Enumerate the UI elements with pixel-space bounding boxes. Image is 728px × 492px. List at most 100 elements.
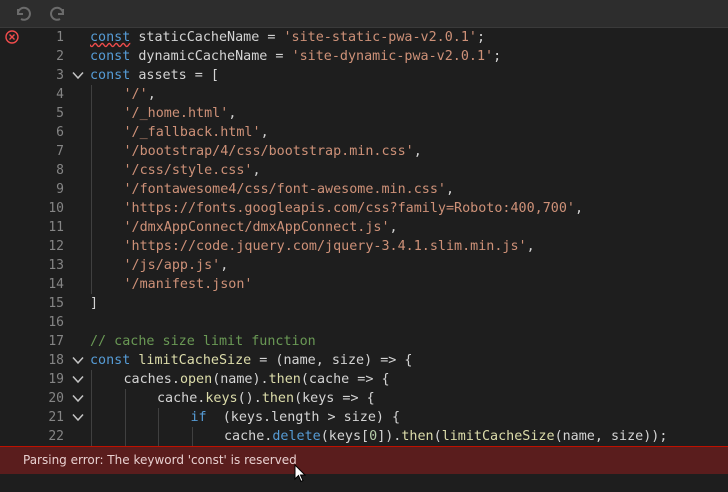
code-text: '/', [124,85,156,104]
line-number: 14 [48,277,64,292]
code-line[interactable]: 5 '/_home.html', [0,104,728,123]
code-text: '/manifest.json' [124,275,253,294]
code-text: const staticCacheName = 'site-static-pwa… [90,28,485,47]
code-line[interactable]: 19 caches.open(name).then(cache => { [0,370,728,389]
code-token: '/js/app.js' [123,258,221,273]
code-text: '/fontawesome4/css/font-awesome.min.css'… [124,180,455,199]
line-number: 22 [48,429,64,444]
code-editor[interactable]: 1 const staticCacheName = 'site-static-pw… [0,28,728,446]
code-line[interactable]: 11 '/dmxAppConnect/dmxAppConnect.js', [0,218,728,237]
code-line[interactable]: 7 '/bootstrap/4/css/bootstrap.min.css', [0,142,728,161]
line-number: 2 [56,49,64,64]
code-token: , [574,201,584,216]
line-number: 10 [48,201,64,216]
bottom-strip [0,474,728,492]
code-line[interactable]: 2 const dynamicCacheName = 'site-dynamic-… [0,47,728,66]
code-token: , [413,144,422,159]
code-line[interactable]: 9 '/fontawesome4/css/font-awesome.min.css… [0,180,728,199]
code-text: '/css/style.css', [124,161,261,180]
code-token: , [445,182,455,197]
error-status-bar: Parsing error: The keyword 'const' is re… [0,446,728,475]
code-token: then [401,429,434,444]
redo-icon [50,6,64,21]
code-token: '/' [123,87,148,102]
fold-chevron-icon[interactable] [72,413,84,422]
indent-guide [91,85,92,104]
mouse-cursor-icon [294,464,306,483]
code-line[interactable]: 3 const assets = [ [0,66,728,85]
indent-guide [124,389,126,408]
line-number: 1 [56,30,64,45]
code-token: const [90,68,131,83]
code-token: const [90,49,131,64]
code-line[interactable]: 10 'https://fonts.googleapis.com/css?fami… [0,199,728,218]
code-token: then [261,391,295,406]
code-token: staticCacheName = [138,30,284,45]
code-token: , [228,106,237,121]
indent-guide [124,408,126,427]
code-line[interactable]: 16 [0,313,728,332]
code-text: const dynamicCacheName = 'site-dynamic-p… [90,47,501,66]
indent-guide [191,427,193,446]
code-line[interactable]: 8 '/css/style.css', [0,161,728,180]
code-line[interactable]: 4 '/', [0,85,728,104]
code-token: open [179,372,213,387]
fold-chevron-icon[interactable] [72,375,84,384]
code-token: cache. [224,429,273,444]
code-line[interactable]: 22 cache.delete(keys[0]).then(limitCacheS… [0,427,728,446]
fold-chevron-icon[interactable] [72,356,84,365]
indent-guide [91,218,92,237]
code-text: '/_fallback.html', [124,123,269,142]
indent-guide [91,389,92,408]
fold-chevron-icon[interactable] [72,71,84,80]
code-text: '/_home.html', [124,104,237,123]
code-text: const assets = [ [90,66,219,85]
code-text: '/bootstrap/4/css/bootstrap.min.css', [124,142,422,161]
line-number: 15 [48,296,64,311]
code-token: 'site-static-pwa-v2.0.1' [283,30,477,45]
indent-guide [91,427,92,446]
code-line[interactable]: 1 const staticCacheName = 'site-static-pw… [0,28,728,47]
code-line[interactable]: 14 '/manifest.json' [0,275,728,294]
indent-guide [158,427,159,446]
code-line[interactable]: 15] [0,294,728,313]
line-number: 19 [48,372,64,387]
code-line[interactable]: 6 '/_fallback.html', [0,123,728,142]
indent-guide [91,237,92,256]
indent-guide [91,142,92,161]
indent-guide [91,199,92,218]
code-token: ] [90,296,99,311]
indent-guide [91,370,92,389]
line-number: 17 [48,334,64,349]
code-token: // cache size limit function [90,334,316,349]
line-number: 5 [56,106,64,121]
undo-icon [17,6,31,21]
code-token: (keys[ [320,429,370,444]
code-token: (name, size)); [554,429,668,444]
code-line[interactable]: 13 '/js/app.js', [0,256,728,275]
code-text: '/js/app.js', [124,256,229,275]
code-token: delete [272,429,321,444]
code-token: , [147,87,156,102]
code-text: const limitCacheSize = (name, size) => { [90,351,413,370]
redo-button[interactable] [47,2,69,24]
undo-button[interactable] [12,2,34,24]
indent-guide [91,180,92,199]
code-line[interactable]: 17 // cache size limit function [0,332,728,351]
code-token: , [389,220,398,235]
code-token: 'site-dynamic-pwa-v2.0.1' [291,49,494,64]
line-number: 18 [48,353,64,368]
code-token: 'https://code.jquery.com/jquery-3.4.1.sl… [123,239,527,254]
code-token: '/_fallback.html' [123,125,261,140]
line-number: 11 [48,220,64,235]
code-token: keys [205,391,238,406]
code-line[interactable]: 12 'https://code.jquery.com/jquery-3.4.1.… [0,237,728,256]
error-icon[interactable] [5,30,19,44]
code-token: '/bootstrap/4/css/bootstrap.min.css' [123,144,414,159]
fold-chevron-icon[interactable] [72,394,84,403]
indent-guide [91,408,92,427]
code-line[interactable]: 18 const limitCacheSize = (name, size) =>… [0,351,728,370]
code-line[interactable]: 21 if (keys.length > size) { [0,408,728,427]
code-line[interactable]: 20 cache.keys().then(keys => { [0,389,728,408]
code-token: , [252,163,261,178]
